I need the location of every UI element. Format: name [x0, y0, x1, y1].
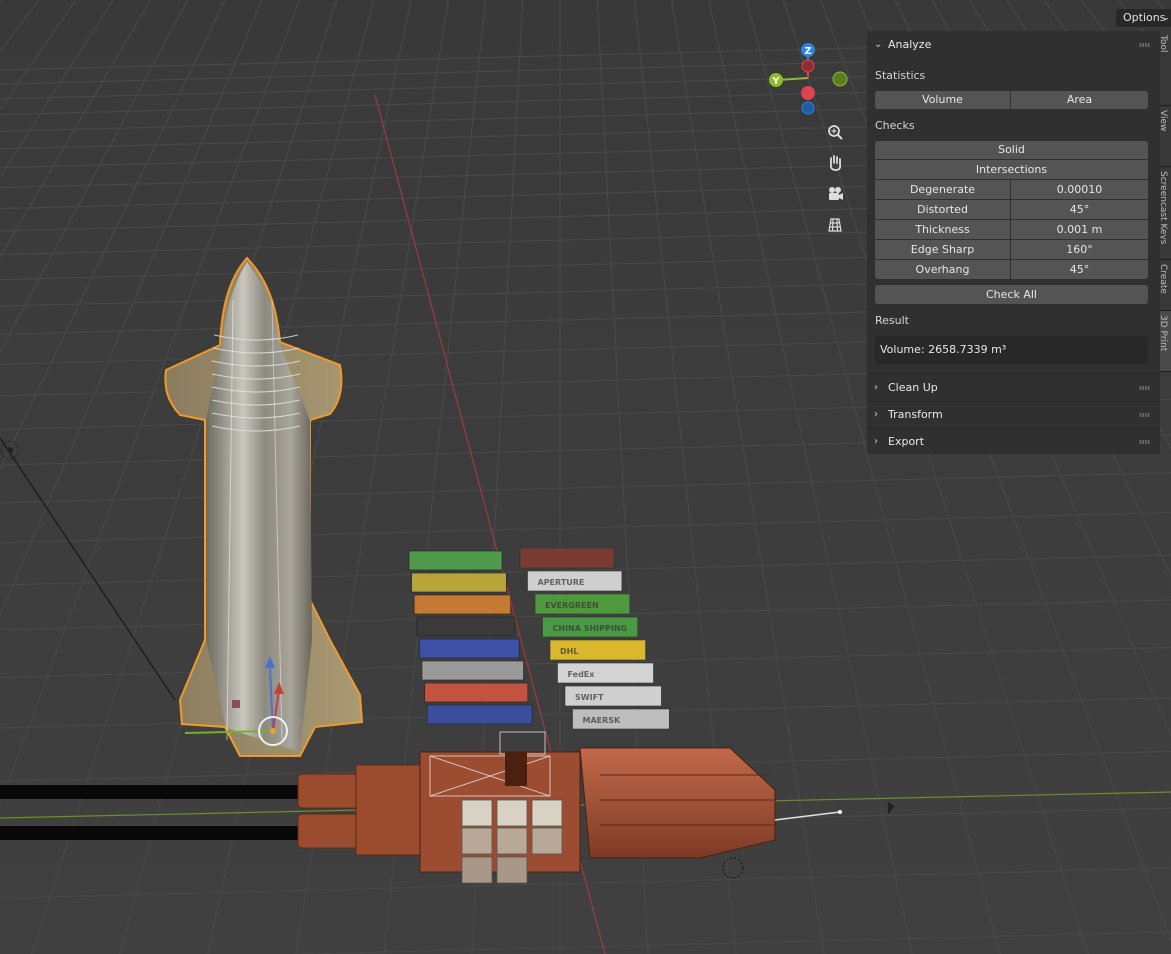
result-field: Volume: 2658.7339 m³ — [875, 336, 1148, 364]
result-label: Result — [875, 314, 909, 327]
thickness-button[interactable]: Thickness — [875, 220, 1010, 239]
tab-tool[interactable]: Tool — [1160, 31, 1171, 106]
shipping-container[interactable] — [421, 660, 524, 681]
shipping-container[interactable] — [413, 594, 511, 615]
check-all-button[interactable]: Check All — [875, 285, 1148, 304]
degenerate-button[interactable]: Degenerate — [875, 180, 1010, 199]
check-row-overhang: Overhang 45° — [875, 260, 1148, 279]
check-row-thickness: Thickness 0.001 m — [875, 220, 1148, 239]
shipping-container[interactable] — [416, 616, 516, 637]
container-logo: SWIFT — [575, 693, 604, 702]
drag-grip-icon[interactable] — [1139, 440, 1150, 444]
container-logo: EVERGREEN — [545, 601, 599, 610]
container-logo: FedEx — [568, 670, 596, 679]
hand-pan-icon[interactable] — [826, 154, 846, 174]
gizmo-z-label: Z — [804, 46, 811, 57]
check-row-edge-sharp: Edge Sharp 160° — [875, 240, 1148, 259]
gizmo-neg-y-ball[interactable] — [832, 71, 848, 87]
chevron-down-icon: ⌄ — [874, 39, 883, 50]
volume-button[interactable]: Volume — [875, 91, 1010, 109]
ship-module — [505, 752, 527, 786]
camera-icon[interactable] — [826, 185, 846, 205]
chevron-right-icon: › — [874, 382, 878, 393]
tab-view[interactable]: View — [1160, 106, 1171, 167]
tab-tool-label: Tool — [1160, 35, 1168, 53]
tab-create-label: Create — [1160, 264, 1168, 294]
options-button[interactable]: Options ⌄ — [1116, 9, 1171, 27]
drag-grip-icon[interactable] — [1139, 386, 1150, 390]
thickness-field[interactable]: 0.001 m — [1011, 220, 1148, 239]
transform-panel-header[interactable]: › Transform — [867, 402, 1160, 428]
shipping-container[interactable] — [411, 572, 507, 593]
tab-3d-print[interactable]: 3D Print — [1160, 311, 1171, 372]
container-logo: APERTURE — [538, 578, 585, 587]
shipping-container[interactable] — [408, 550, 503, 571]
tab-view-label: View — [1160, 110, 1168, 132]
shipping-container[interactable] — [426, 704, 533, 725]
sidebar-tab-strip: Tool View Screencast Keys Create 3D Prin… — [1160, 31, 1171, 372]
area-button[interactable]: Area — [1011, 91, 1148, 109]
drag-grip-icon[interactable] — [1139, 43, 1150, 47]
tab-screencast-keys[interactable]: Screencast Keys — [1160, 167, 1171, 260]
exhaust-beam-upper — [0, 785, 300, 799]
overhang-angle-field[interactable]: 45° — [1011, 260, 1148, 279]
exhaust-beam-lower — [0, 826, 300, 840]
zoom-icon[interactable] — [826, 124, 846, 144]
degenerate-threshold-field[interactable]: 0.00010 — [1011, 180, 1148, 199]
chevron-down-icon: ⌄ — [1162, 13, 1170, 23]
chevron-right-icon: › — [874, 436, 878, 447]
gizmo-x-ball[interactable] — [801, 86, 815, 100]
checks-label: Checks — [875, 119, 915, 132]
check-row-distorted: Distorted 45° — [875, 200, 1148, 219]
shipping-container[interactable] — [519, 547, 615, 569]
tab-screencast-keys-label: Screencast Keys — [1160, 171, 1168, 245]
distorted-button[interactable]: Distorted — [875, 200, 1010, 219]
section-divider — [867, 373, 1160, 374]
container-logo: DHL — [560, 647, 578, 656]
ship-nose — [579, 747, 776, 859]
analyze-panel-header[interactable]: ⌄ Analyze — [867, 32, 1160, 58]
container-logo: CHINA SHIPPING — [553, 624, 628, 633]
transform-title: Transform — [888, 408, 943, 421]
analyze-title: Analyze — [888, 38, 932, 51]
gizmo-neg-x-ball[interactable] — [801, 59, 815, 73]
clean-up-panel-header[interactable]: › Clean Up — [867, 375, 1160, 401]
axis-gizmo[interactable]: Z Y — [764, 40, 854, 130]
tab-3d-print-label: 3D Print — [1160, 315, 1168, 352]
statistics-label: Statistics — [875, 69, 926, 82]
sidebar-panel: ⌄ Analyze Statistics Volume Area Checks … — [867, 31, 1160, 454]
export-panel-header[interactable]: › Export — [867, 429, 1160, 455]
options-label: Options — [1123, 11, 1166, 24]
drag-grip-icon[interactable] — [1139, 413, 1150, 417]
shipping-container[interactable] — [419, 638, 520, 659]
gizmo-neg-z-ball[interactable] — [801, 101, 815, 115]
check-row-degenerate: Degenerate 0.00010 — [875, 180, 1148, 199]
object-origin[interactable] — [270, 728, 276, 734]
export-title: Export — [888, 435, 925, 448]
overhang-button[interactable]: Overhang — [875, 260, 1010, 279]
intersections-button[interactable]: Intersections — [875, 160, 1148, 179]
clean-up-title: Clean Up — [888, 381, 938, 394]
edge-sharp-button[interactable]: Edge Sharp — [875, 240, 1010, 259]
edge-sharp-angle-field[interactable]: 160° — [1011, 240, 1148, 259]
gizmo-plane-handle[interactable] — [232, 700, 240, 708]
distorted-angle-field[interactable]: 45° — [1011, 200, 1148, 219]
tab-create[interactable]: Create — [1160, 260, 1171, 311]
grid-ortho-icon[interactable] — [826, 216, 846, 236]
gizmo-y-label: Y — [771, 76, 780, 87]
shipping-container[interactable] — [424, 682, 529, 703]
container-logo: MAERSK — [583, 716, 622, 725]
chevron-right-icon: › — [874, 409, 878, 420]
solid-button[interactable]: Solid — [875, 141, 1148, 159]
